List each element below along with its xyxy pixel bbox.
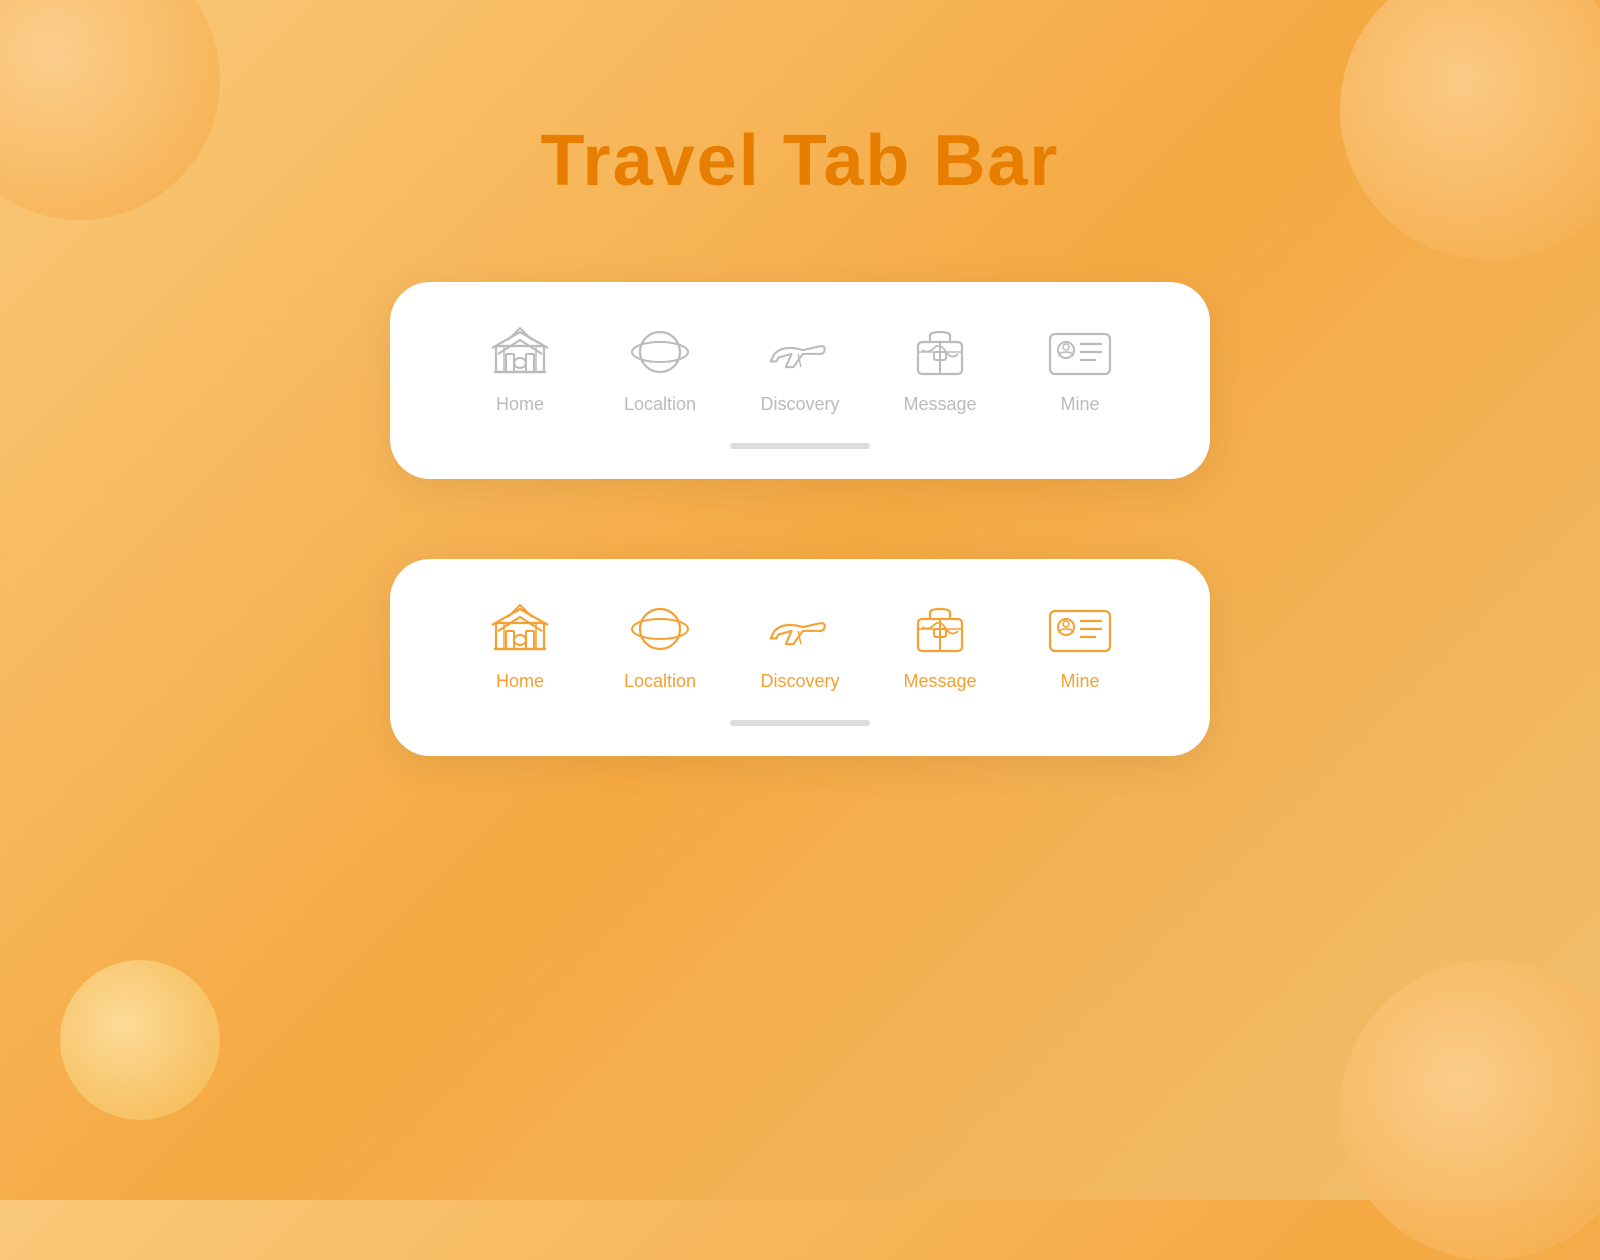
tab-item-discovery-active[interactable]: Discovery xyxy=(730,599,870,692)
tab-label-message-inactive: Message xyxy=(903,394,976,415)
tab-bars-container: Home Localtion xyxy=(390,282,1210,756)
tab-label-home-active: Home xyxy=(496,671,544,692)
tab-bar-inactive-row: Home Localtion xyxy=(450,322,1150,415)
tab-label-location-active: Localtion xyxy=(624,671,696,692)
tab-label-home-inactive: Home xyxy=(496,394,544,415)
home-icon-inactive xyxy=(485,322,555,382)
tab-label-discovery-active: Discovery xyxy=(760,671,839,692)
tab-item-message-inactive[interactable]: Message xyxy=(870,322,1010,415)
tab-item-home-active[interactable]: Home xyxy=(450,599,590,692)
tab-bar-active: Home Localtion xyxy=(390,559,1210,756)
tab-label-mine-active: Mine xyxy=(1060,671,1099,692)
location-icon-active xyxy=(625,599,695,659)
tab-item-location-inactive[interactable]: Localtion xyxy=(590,322,730,415)
tab-item-location-active[interactable]: Localtion xyxy=(590,599,730,692)
discovery-icon-inactive xyxy=(765,322,835,382)
decorative-circle-topright xyxy=(1340,0,1600,260)
tab-label-mine-inactive: Mine xyxy=(1060,394,1099,415)
decorative-circle-bottomleft xyxy=(60,960,220,1120)
home-icon-active xyxy=(485,599,555,659)
tab-item-discovery-inactive[interactable]: Discovery xyxy=(730,322,870,415)
mine-icon-inactive xyxy=(1045,322,1115,382)
tab-item-message-active[interactable]: Message xyxy=(870,599,1010,692)
decorative-circle-topleft xyxy=(0,0,220,220)
mine-icon-active xyxy=(1045,599,1115,659)
tab-item-mine-active[interactable]: Mine xyxy=(1010,599,1150,692)
tab-bar-inactive: Home Localtion xyxy=(390,282,1210,479)
tab-bar-active-row: Home Localtion xyxy=(450,599,1150,692)
scroll-indicator-active xyxy=(730,720,870,726)
message-icon-active xyxy=(905,599,975,659)
message-icon-inactive xyxy=(905,322,975,382)
location-icon-inactive xyxy=(625,322,695,382)
discovery-icon-active xyxy=(765,599,835,659)
tab-label-message-active: Message xyxy=(903,671,976,692)
tab-item-home-inactive[interactable]: Home xyxy=(450,322,590,415)
decorative-circle-bottomright xyxy=(1340,960,1600,1260)
tab-item-mine-inactive[interactable]: Mine xyxy=(1010,322,1150,415)
tab-label-location-inactive: Localtion xyxy=(624,394,696,415)
page-title: Travel Tab Bar xyxy=(541,120,1060,202)
tab-label-discovery-inactive: Discovery xyxy=(760,394,839,415)
scroll-indicator-inactive xyxy=(730,443,870,449)
